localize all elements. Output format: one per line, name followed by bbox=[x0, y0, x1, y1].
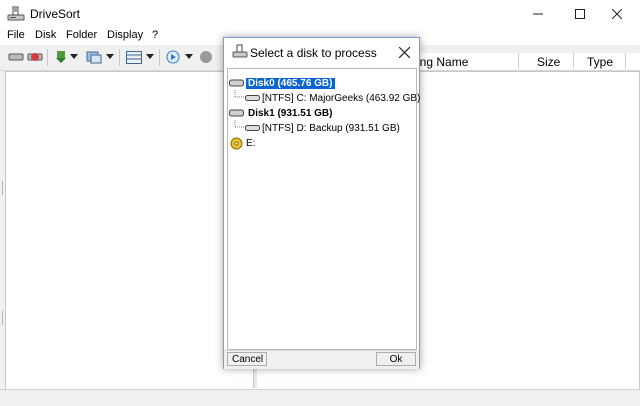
menu-display[interactable]: Display bbox=[107, 29, 143, 41]
close-icon bbox=[612, 9, 622, 19]
hard-disk-icon bbox=[228, 77, 244, 89]
column-header-type[interactable]: Type bbox=[587, 55, 613, 69]
drive-icon bbox=[7, 6, 25, 22]
dialog-title: Select a disk to process bbox=[250, 46, 377, 60]
partition-icon bbox=[244, 122, 260, 134]
view-dropdown[interactable] bbox=[106, 49, 114, 65]
sort-dropdown[interactable] bbox=[70, 49, 78, 65]
tree-item-label: [NTFS] C: MajorGeeks (463.92 GB) bbox=[262, 92, 421, 104]
play-dropdown[interactable] bbox=[185, 49, 193, 65]
tree-item-disk0[interactable]: Disk0 (465.76 GB) bbox=[228, 76, 335, 90]
drive-button[interactable] bbox=[8, 49, 24, 65]
drive-icon bbox=[232, 44, 248, 61]
columns-button[interactable] bbox=[126, 49, 142, 65]
stop-icon bbox=[200, 51, 212, 63]
window-title: DriveSort bbox=[30, 7, 81, 21]
play-icon bbox=[166, 50, 180, 64]
tree-item-partition-d[interactable]: [NTFS] D: Backup (931.51 GB) bbox=[244, 121, 400, 135]
view-button[interactable] bbox=[86, 49, 102, 65]
disk-tree[interactable]: Disk0 (465.76 GB) [NTFS] C: MajorGeeks (… bbox=[227, 68, 420, 350]
file-list-header: ong Name Size Type bbox=[410, 53, 640, 71]
columns-dropdown[interactable] bbox=[146, 49, 154, 65]
hard-disk-icon bbox=[228, 107, 244, 119]
dialog-button-bar: Cancel Ok bbox=[224, 350, 419, 369]
menu-file[interactable]: File bbox=[7, 29, 25, 41]
close-window-button[interactable] bbox=[594, 0, 640, 28]
eject-drive-button[interactable] bbox=[27, 49, 43, 65]
chevron-down-icon bbox=[70, 54, 78, 59]
tree-item-label: [NTFS] D: Backup (931.51 GB) bbox=[262, 122, 400, 134]
dialog-title-bar: Select a disk to process bbox=[224, 38, 419, 66]
partition-icon bbox=[244, 92, 260, 104]
tree-item-disk1[interactable]: Disk1 (931.51 GB) bbox=[228, 106, 335, 120]
tree-item-label: E: bbox=[246, 137, 256, 149]
tree-item-label: Disk0 (465.76 GB) bbox=[246, 77, 335, 89]
ok-button[interactable]: Ok bbox=[376, 352, 416, 366]
dialog-close-button[interactable] bbox=[396, 44, 412, 60]
minimize-button[interactable] bbox=[515, 0, 561, 28]
drive-icon bbox=[8, 53, 24, 61]
column-header-size[interactable]: Size bbox=[537, 55, 560, 69]
status-bar bbox=[0, 389, 640, 406]
sort-down-icon bbox=[56, 51, 66, 63]
chevron-down-icon bbox=[146, 54, 154, 59]
sort-button[interactable] bbox=[54, 49, 68, 65]
select-disk-dialog: Select a disk to process Disk0 (465.76 G… bbox=[223, 37, 420, 369]
stop-button[interactable] bbox=[199, 49, 213, 65]
title-bar: DriveSort bbox=[0, 0, 640, 28]
tree-item-label: Disk1 (931.51 GB) bbox=[248, 107, 333, 119]
cancel-button[interactable]: Cancel bbox=[227, 352, 267, 366]
optical-drive-icon bbox=[228, 137, 244, 149]
chevron-down-icon bbox=[185, 54, 193, 59]
minimize-icon bbox=[533, 13, 543, 15]
menu-folder[interactable]: Folder bbox=[66, 29, 97, 41]
window-list-icon bbox=[86, 51, 102, 64]
menu-disk[interactable]: Disk bbox=[35, 29, 56, 41]
column-header-long-name[interactable]: ong Name bbox=[413, 55, 468, 69]
play-button[interactable] bbox=[166, 49, 180, 65]
drive-error-icon bbox=[27, 53, 43, 61]
close-icon bbox=[398, 46, 410, 58]
tree-item-drive-e[interactable]: E: bbox=[228, 136, 255, 150]
menu-help[interactable]: ? bbox=[152, 29, 158, 41]
maximize-icon bbox=[575, 9, 585, 19]
chevron-down-icon bbox=[106, 54, 114, 59]
columns-icon bbox=[126, 50, 142, 64]
tree-item-partition-c[interactable]: [NTFS] C: MajorGeeks (463.92 GB) bbox=[244, 91, 420, 105]
